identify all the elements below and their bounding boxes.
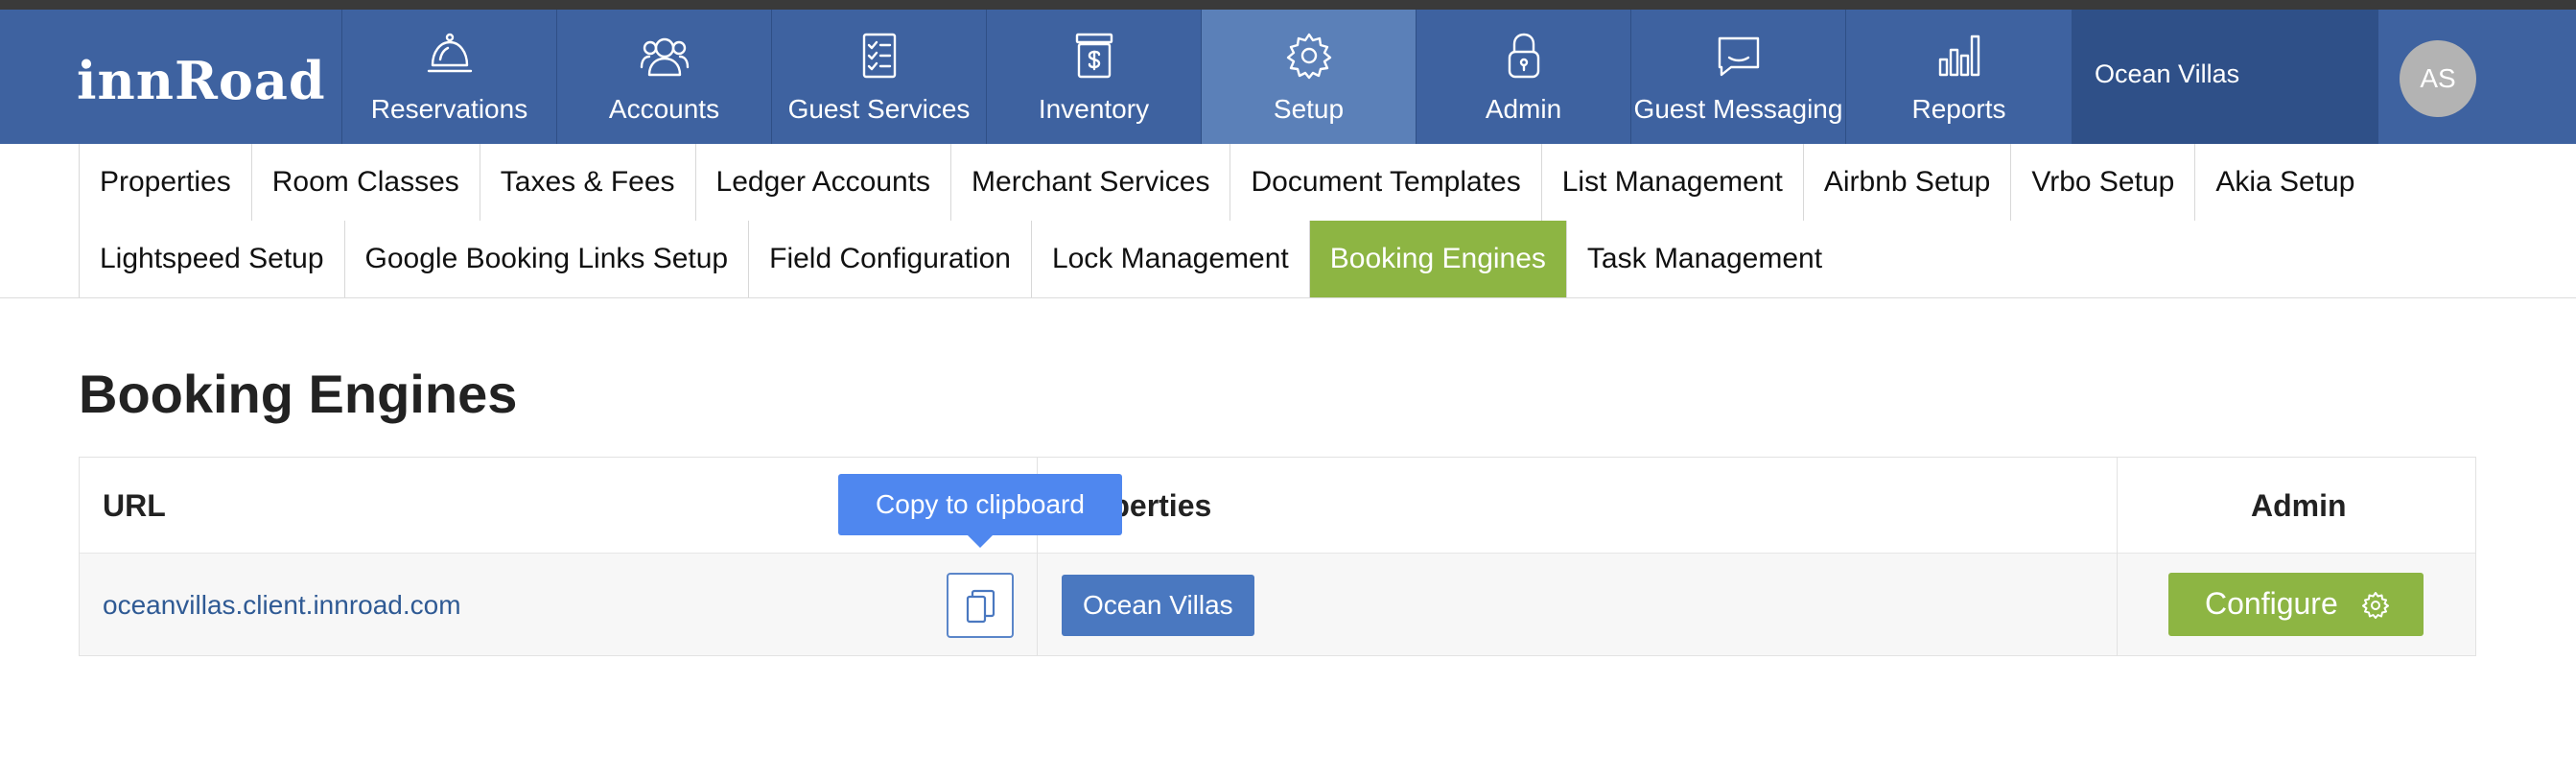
header-admin: Admin [2251,488,2347,523]
subnav-list-management[interactable]: List Management [1540,144,1803,221]
subnav-field-configuration[interactable]: Field Configuration [748,221,1031,297]
nav-item-guest-services[interactable]: Guest Services [771,10,986,144]
bar-chart-icon [1932,29,1986,83]
subnav-vrbo-setup[interactable]: Vrbo Setup [2010,144,2194,221]
subnav-google-booking-links-setup[interactable]: Google Booking Links Setup [343,221,749,297]
subnav-lightspeed-setup[interactable]: Lightspeed Setup [79,221,344,297]
page-title: Booking Engines [79,364,518,424]
subnav-document-templates[interactable]: Document Templates [1229,144,1540,221]
nav-item-setup[interactable]: Setup [1201,10,1416,144]
subnav-task-management[interactable]: Task Management [1565,221,1842,297]
gear-icon [2362,592,2389,619]
nav-label: Admin [1485,94,1562,124]
message-icon [1712,29,1766,83]
checklist-icon [853,29,906,83]
app-logo[interactable]: innRoad [77,50,326,111]
nav-item-reports[interactable]: Reports [1845,10,2072,144]
header-url: URL [103,488,166,523]
configure-label: Configure [2205,586,2338,621]
nav-item-admin[interactable]: Admin [1416,10,1630,144]
subnav-lock-management[interactable]: Lock Management [1030,221,1309,297]
column-separator [2117,458,2118,655]
nav-label: Guest Messaging [1633,94,1843,124]
copy-tooltip: Copy to clipboard [838,474,1122,535]
avatar[interactable]: AS [2400,40,2476,117]
nav-label: Inventory [1038,94,1150,124]
subnav-airbnb-setup[interactable]: Airbnb Setup [1802,144,2010,221]
tooltip-arrow [967,534,994,548]
nav-label: Setup [1273,94,1345,124]
nav-item-reservations[interactable]: Reservations [341,10,556,144]
property-name: Ocean Villas [2095,59,2240,88]
property-badge[interactable]: Ocean Villas [1062,575,1254,636]
nav-item-inventory[interactable]: Inventory [986,10,1201,144]
nav-item-guest-messaging[interactable]: Guest Messaging [1630,10,1845,144]
main-navbar: innRoad Reservations Accounts Guest Serv… [0,10,2576,144]
inventory-icon [1067,29,1121,83]
configure-button[interactable]: Configure [2168,573,2424,636]
users-icon [638,29,691,83]
nav-label: Reservations [370,94,528,124]
nav-item-accounts[interactable]: Accounts [556,10,771,144]
subnav-taxes-fees[interactable]: Taxes & Fees [479,144,695,221]
subnav-akia-setup[interactable]: Akia Setup [2194,144,2375,221]
subnav-booking-engines[interactable]: Booking Engines [1308,221,1566,297]
subnav-divider [0,297,2576,298]
subnav-properties[interactable]: Properties [79,144,251,221]
nav-label: Accounts [608,94,720,124]
copy-icon [966,589,995,624]
subnav-ledger-accounts[interactable]: Ledger Accounts [694,144,951,221]
gear-icon [1282,29,1336,83]
nav-label: Reports [1911,94,2006,124]
subnav-row-2: Lightspeed Setup Google Booking Links Se… [79,221,1842,297]
subnav-row-1: Properties Room Classes Taxes & Fees Led… [79,144,2375,221]
booking-engine-url-link[interactable]: oceanvillas.client.innroad.com [103,590,461,621]
property-selector[interactable]: Ocean Villas [2072,10,2378,144]
window-top-strip [0,0,2576,10]
subnav-room-classes[interactable]: Room Classes [250,144,480,221]
subnav-merchant-services[interactable]: Merchant Services [950,144,1229,221]
bell-icon [423,29,477,83]
booking-engines-table: URL Properties Admin oceanvillas.client.… [79,457,2476,656]
copy-url-button[interactable] [947,573,1014,638]
lock-icon [1497,29,1551,83]
nav-label: Guest Services [787,94,971,124]
